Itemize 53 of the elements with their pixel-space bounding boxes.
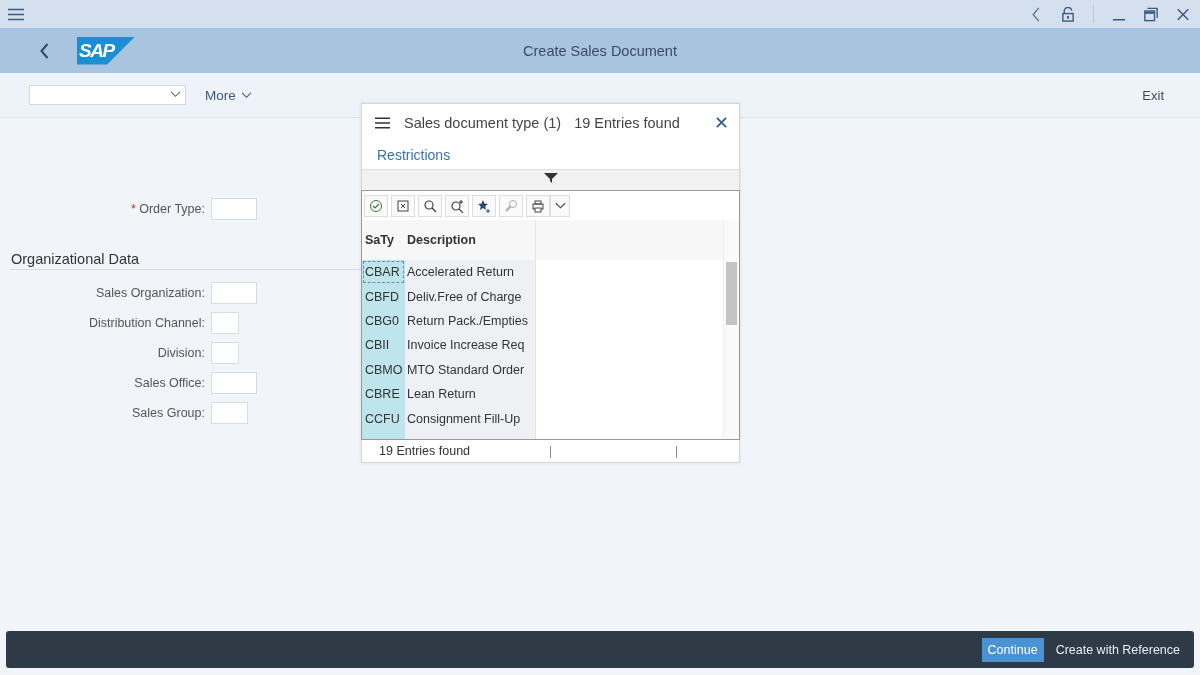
description-cell[interactable]: Consignment Fill-Up xyxy=(405,406,536,431)
close-icon[interactable] xyxy=(716,117,727,128)
entries-count: 19 Entries found xyxy=(574,114,680,131)
code-cell[interactable]: CBMO xyxy=(362,357,405,382)
code-cell[interactable]: CCFU xyxy=(362,406,405,431)
restrictions-link[interactable]: Restrictions xyxy=(362,141,739,169)
description-cell[interactable]: Invoice Increase Req xyxy=(405,333,536,358)
star-plus-icon[interactable] xyxy=(472,194,496,217)
print-icon[interactable] xyxy=(526,194,550,217)
code-cell[interactable]: CBRE xyxy=(362,381,405,407)
field-label: Sales Office: xyxy=(133,376,206,390)
exit-button[interactable]: Exit xyxy=(1136,86,1170,104)
input-field[interactable] xyxy=(211,312,239,334)
menu-icon[interactable] xyxy=(8,7,24,21)
close-icon[interactable] xyxy=(1176,6,1190,22)
required-marker: * xyxy=(130,202,136,216)
back-icon[interactable] xyxy=(39,42,50,59)
description-cell[interactable]: Return Pack./Empties xyxy=(405,308,536,334)
filter-icon xyxy=(543,172,558,184)
field-label: * Order Type: xyxy=(129,202,206,216)
input-field[interactable] xyxy=(211,402,248,424)
caret-icon[interactable] xyxy=(170,91,181,98)
menu-icon[interactable] xyxy=(375,116,390,129)
code-cell[interactable]: CBFD xyxy=(362,284,405,309)
input-field[interactable] xyxy=(211,342,239,364)
check-icon[interactable] xyxy=(364,194,388,217)
page-title: Create Sales Document xyxy=(523,42,677,59)
field-label: Sales Organization: xyxy=(94,286,206,300)
dialog-title: Sales document type (1) xyxy=(404,114,562,131)
search-plus-icon[interactable] xyxy=(445,194,469,217)
description-cell[interactable]: Lean Return xyxy=(405,381,536,407)
cancel-icon[interactable] xyxy=(391,194,415,217)
description-cell[interactable]: Accelerated Return xyxy=(405,260,536,285)
unlock-icon[interactable] xyxy=(1061,6,1075,22)
caret-icon xyxy=(240,91,252,99)
description-cell[interactable]: MTO Standard Order xyxy=(405,357,536,382)
sap-logo: SAP xyxy=(77,36,135,65)
more-button[interactable]: More xyxy=(203,85,254,105)
field-label: Distribution Channel: xyxy=(87,316,206,330)
input-field[interactable] xyxy=(211,372,257,394)
footer-button[interactable]: Create with Reference xyxy=(1049,637,1186,662)
column-header[interactable]: Description xyxy=(405,220,536,260)
restore-icon[interactable] xyxy=(1144,6,1158,22)
search-icon[interactable] xyxy=(418,194,442,217)
code-cell[interactable]: CBG0 xyxy=(362,308,405,334)
field-label: Sales Group: xyxy=(131,406,206,420)
field-label: Division: xyxy=(156,346,206,360)
status-text: 19 Entries found xyxy=(379,444,471,458)
scrollbar-thumb[interactable] xyxy=(726,262,737,325)
code-cell[interactable]: CBII xyxy=(362,333,405,358)
input-field[interactable] xyxy=(211,282,257,304)
description-cell[interactable]: Deliv.Free of Charge xyxy=(405,284,536,309)
input-field[interactable] xyxy=(211,198,257,220)
